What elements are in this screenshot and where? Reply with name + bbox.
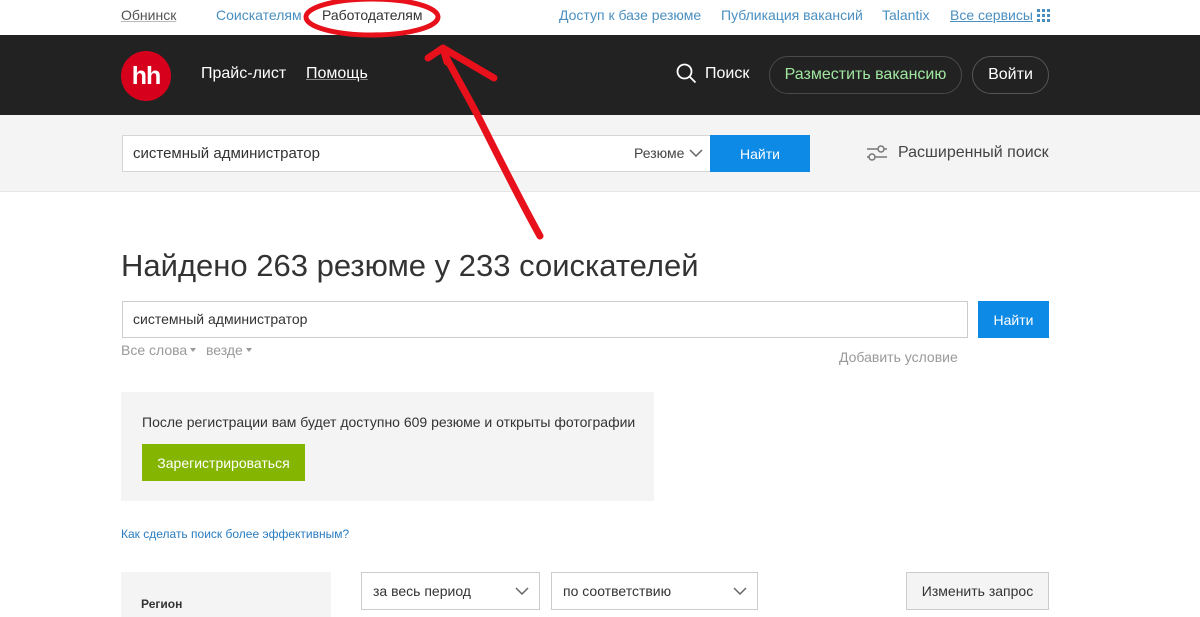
publish-vacancies-link[interactable]: Публикация вакансий <box>721 7 863 23</box>
price-list-link[interactable]: Прайс-лист <box>201 65 286 83</box>
change-query-button[interactable]: Изменить запрос <box>906 572 1049 610</box>
help-link[interactable]: Помощь <box>306 65 368 83</box>
employers-link[interactable]: Работодателям <box>322 7 423 23</box>
registration-promo: После регистрации вам будет доступно 609… <box>121 392 654 501</box>
search-band: системный администратор Резюме Найти Рас… <box>0 115 1200 192</box>
hh-logo[interactable]: hh <box>121 51 171 101</box>
everywhere-dropdown[interactable]: везде <box>206 342 252 358</box>
region-label: Регион <box>141 597 183 611</box>
grid-icon[interactable] <box>1037 9 1050 22</box>
sort-select-value: по соответствию <box>563 583 672 599</box>
chevron-down-icon <box>515 587 529 595</box>
city-link[interactable]: Обнинск <box>121 7 176 23</box>
all-words-dropdown[interactable]: Все слова <box>121 342 197 358</box>
caret-down-icon <box>245 348 252 352</box>
region-filter-panel: Регион <box>121 572 331 617</box>
registration-text: После регистрации вам будет доступно 609… <box>142 414 636 430</box>
add-condition-link[interactable]: Добавить условие <box>839 349 958 365</box>
header-find-button[interactable]: Найти <box>710 135 810 172</box>
sort-select[interactable]: по соответствию <box>551 572 758 610</box>
sliders-icon <box>867 145 887 161</box>
top-links-bar: Обнинск Соискателям Работодателям Доступ… <box>0 0 1200 35</box>
chevron-down-icon <box>689 149 703 157</box>
main-find-button[interactable]: Найти <box>978 301 1049 338</box>
main-header: hh Прайс-лист Помощь Поиск Разместить ва… <box>0 35 1200 115</box>
search-type-dropdown[interactable]: Резюме <box>634 145 703 161</box>
talantix-link[interactable]: Talantix <box>882 7 929 23</box>
resume-db-link[interactable]: Доступ к базе резюме <box>559 7 701 23</box>
chevron-down-icon <box>733 587 747 595</box>
search-nav-button[interactable]: Поиск <box>676 63 749 84</box>
advanced-search-label: Расширенный поиск <box>898 144 1049 161</box>
search-icon <box>676 63 697 84</box>
results-title: Найдено 263 резюме у 233 соискателей <box>121 248 699 283</box>
search-type-label: Резюме <box>634 145 685 161</box>
everywhere-label: везде <box>206 342 243 358</box>
search-nav-label: Поиск <box>705 64 750 82</box>
search-tips-link[interactable]: Как сделать поиск более эффективным? <box>121 527 349 541</box>
main-search-input[interactable]: системный администратор <box>122 301 968 338</box>
register-button[interactable]: Зарегистрироваться <box>142 444 305 481</box>
period-select[interactable]: за весь период <box>361 572 540 610</box>
post-vacancy-button[interactable]: Разместить вакансию <box>769 56 962 94</box>
period-select-value: за весь период <box>373 583 471 599</box>
all-services-link[interactable]: Все сервисы <box>950 7 1033 23</box>
login-button[interactable]: Войти <box>972 56 1049 94</box>
caret-down-icon <box>190 348 197 352</box>
all-words-label: Все слова <box>121 342 188 358</box>
seekers-link[interactable]: Соискателям <box>216 7 302 23</box>
advanced-search-link[interactable]: Расширенный поиск <box>866 143 1049 163</box>
header-search-input[interactable]: системный администратор <box>122 135 711 172</box>
